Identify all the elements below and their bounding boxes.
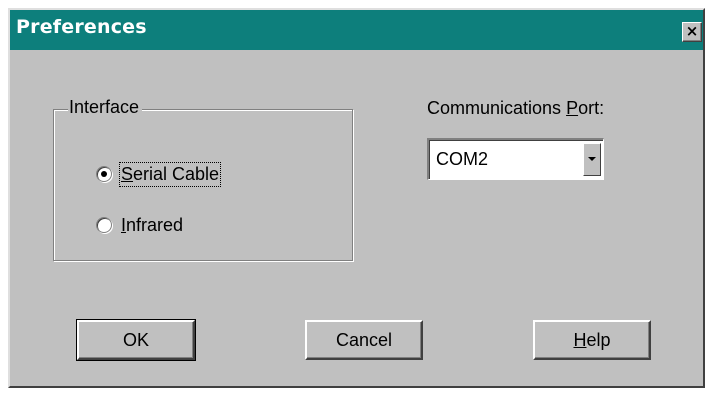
serial-cable-label[interactable]: Serial Cable (118, 161, 222, 187)
radio-button-serial-cable[interactable] (96, 166, 112, 182)
interface-group-label: Interface (68, 97, 143, 118)
cancel-button[interactable]: Cancel (305, 320, 423, 360)
close-button[interactable]: × (682, 22, 702, 42)
close-icon: × (685, 22, 699, 40)
communications-port-label: Communications Port: (427, 98, 605, 118)
title-bar[interactable]: Preferences × (10, 10, 703, 50)
ok-button[interactable]: OK (76, 319, 196, 361)
communications-port-value: COM2 (436, 149, 489, 169)
window-title: Preferences (16, 16, 147, 38)
help-button[interactable]: Help (533, 320, 651, 360)
infrared-label[interactable]: Infrared (121, 215, 183, 236)
radio-infrared[interactable]: Infrared (96, 212, 183, 238)
radio-selected-dot (101, 171, 107, 177)
radio-button-infrared[interactable] (96, 217, 112, 233)
dropdown-arrow-button[interactable] (583, 143, 601, 176)
radio-serial-cable[interactable]: Serial Cable (96, 161, 222, 187)
chevron-down-icon (588, 157, 596, 161)
communications-port-dropdown[interactable]: COM2 (427, 138, 604, 180)
